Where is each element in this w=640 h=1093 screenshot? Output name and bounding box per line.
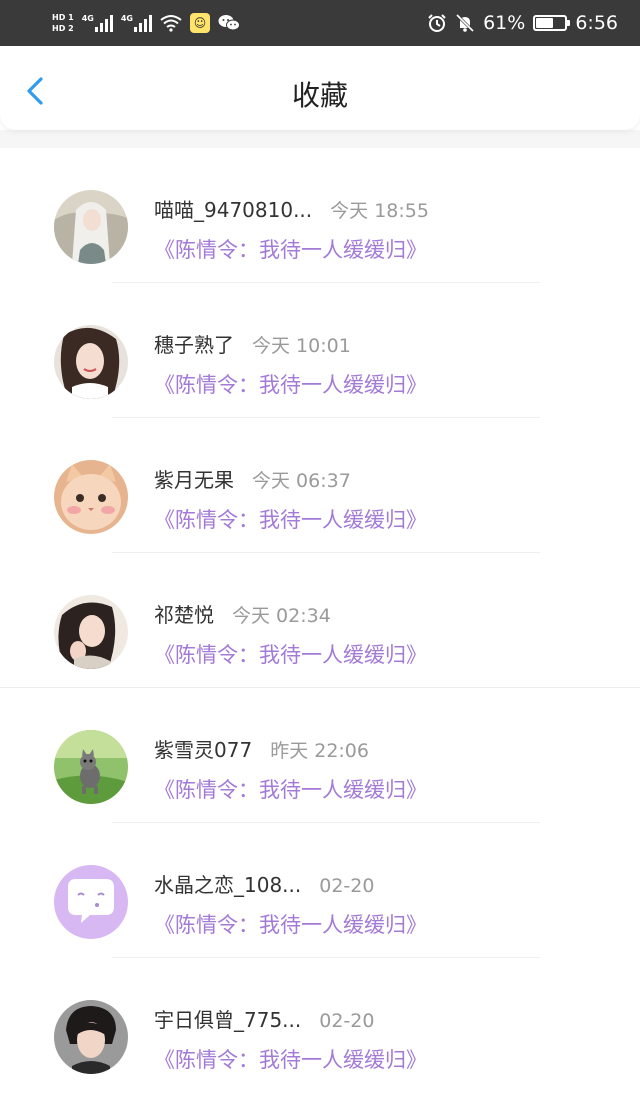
- hd2-label: HD 2: [52, 23, 74, 33]
- avatar[interactable]: [54, 595, 128, 669]
- app-icon: ☺: [189, 13, 210, 33]
- user-name: 紫月无果: [154, 468, 234, 492]
- wifi-icon: [160, 15, 182, 32]
- battery-icon: [533, 15, 571, 31]
- timestamp: 今天 10:01: [252, 335, 351, 357]
- app-header: 收藏: [0, 46, 640, 130]
- user-name: 穗子熟了: [154, 333, 234, 357]
- user-name: 紫雪灵077: [154, 738, 253, 762]
- avatar[interactable]: [54, 325, 128, 399]
- signal-icon: 4G: [121, 14, 152, 32]
- avatar[interactable]: [54, 730, 128, 804]
- work-title-link[interactable]: 《陈情令：我待一人缓缓归》: [154, 369, 427, 399]
- hd1-label: HD 1: [52, 12, 74, 22]
- list-item[interactable]: 紫月无果 今天 06:37 《陈情令：我待一人缓缓归》: [0, 418, 640, 553]
- timestamp: 今天 18:55: [330, 200, 429, 222]
- hd-indicator: HD 1 HD 2: [52, 13, 74, 34]
- avatar[interactable]: [54, 460, 128, 534]
- work-title-link[interactable]: 《陈情令：我待一人缓缓归》: [154, 234, 427, 264]
- wechat-icon: [218, 15, 240, 31]
- timestamp: 今天 02:34: [232, 605, 331, 627]
- alarm-icon: [428, 14, 446, 32]
- status-left: HD 1 HD 2 4G 4G ☺: [52, 13, 240, 34]
- list-item[interactable]: 穗子熟了 今天 10:01 《陈情令：我待一人缓缓归》: [0, 283, 640, 418]
- signal-icon: 4G: [82, 14, 113, 32]
- user-name: 祁楚悦: [154, 603, 214, 627]
- avatar[interactable]: [54, 865, 128, 939]
- timestamp: 昨天 22:06: [270, 740, 369, 762]
- avatar[interactable]: [54, 1000, 128, 1074]
- list-item[interactable]: 祁楚悦 今天 02:34 《陈情令：我待一人缓缓归》: [0, 553, 640, 688]
- list-item[interactable]: 喵喵_9470810... 今天 18:55 《陈情令：我待一人缓缓归》: [0, 148, 640, 283]
- work-title-link[interactable]: 《陈情令：我待一人缓缓归》: [154, 774, 427, 804]
- favorites-list: 喵喵_9470810... 今天 18:55 《陈情令：我待一人缓缓归》 穗子熟…: [0, 148, 640, 1093]
- clock: 6:56: [575, 12, 618, 34]
- user-name: 水晶之恋_108...: [154, 873, 302, 897]
- list-item[interactable]: 紫雪灵077 昨天 22:06 《陈情令：我待一人缓缓归》: [0, 688, 640, 823]
- header-gap: [0, 130, 640, 148]
- timestamp: 02-20: [319, 1010, 375, 1032]
- work-title-link[interactable]: 《陈情令：我待一人缓缓归》: [154, 639, 427, 669]
- battery-percent: 61%: [483, 12, 526, 34]
- mute-icon: [456, 13, 475, 33]
- page-title: 收藏: [291, 79, 348, 112]
- user-name: 喵喵_9470810...: [154, 198, 313, 222]
- list-item[interactable]: 水晶之恋_108... 02-20 《陈情令：我待一人缓缓归》: [0, 823, 640, 958]
- work-title-link[interactable]: 《陈情令：我待一人缓缓归》: [154, 504, 427, 534]
- timestamp: 02-20: [319, 875, 375, 897]
- timestamp: 今天 06:37: [252, 470, 351, 492]
- user-name: 宇日俱曾_775...: [154, 1008, 302, 1032]
- avatar[interactable]: [54, 190, 128, 264]
- work-title-link[interactable]: 《陈情令：我待一人缓缓归》: [154, 909, 427, 939]
- list-item[interactable]: 宇日俱曾_775... 02-20 《陈情令：我待一人缓缓归》: [0, 958, 640, 1093]
- status-bar: HD 1 HD 2 4G 4G ☺ 61% 6:56: [0, 0, 640, 46]
- work-title-link[interactable]: 《陈情令：我待一人缓缓归》: [154, 1044, 427, 1074]
- status-right: 61% 6:56: [427, 12, 618, 34]
